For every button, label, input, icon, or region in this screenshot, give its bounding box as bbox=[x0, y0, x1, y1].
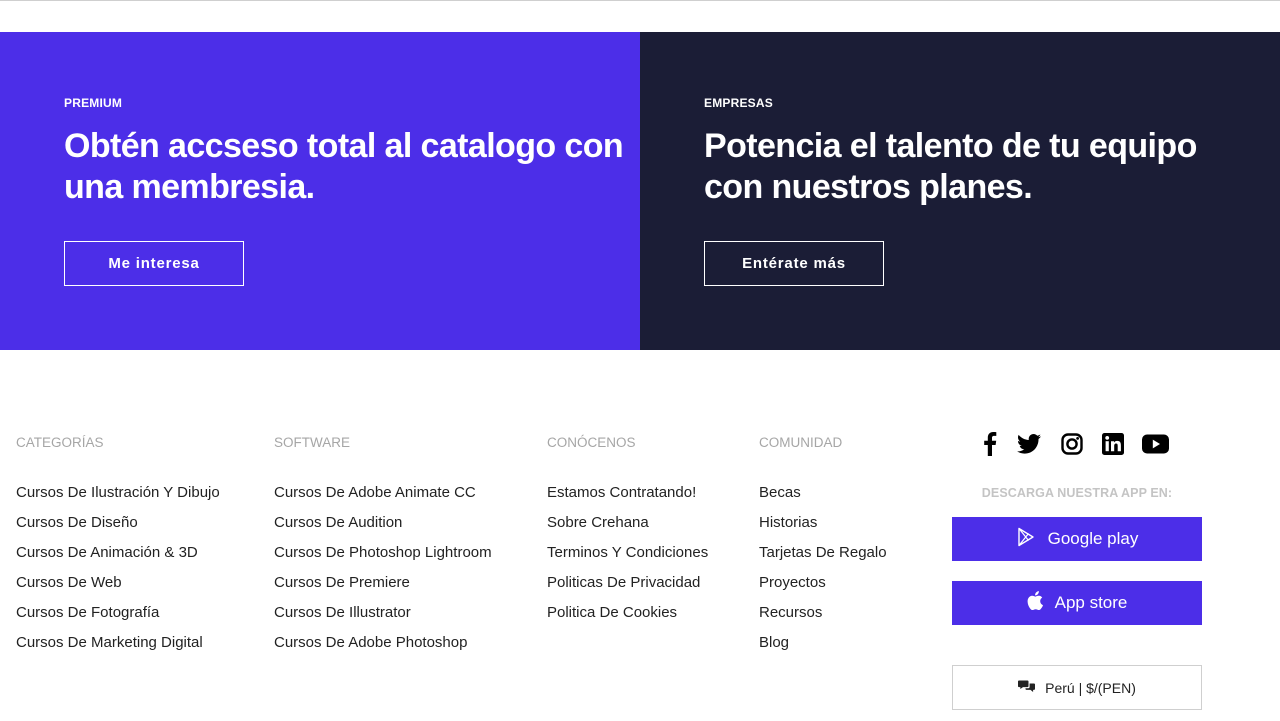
locale-label: Perú | $/(PEN) bbox=[1045, 679, 1136, 696]
business-card: EMPRESAS Potencia el talento de tu equip… bbox=[640, 32, 1280, 350]
about-heading: CONÓCENOS bbox=[547, 435, 636, 450]
community-link[interactable]: Blog bbox=[759, 628, 887, 658]
google-play-icon bbox=[1016, 527, 1036, 552]
premium-interest-button[interactable]: Me interesa bbox=[64, 241, 244, 286]
locale-selector[interactable]: Perú | $/(PEN) bbox=[952, 665, 1202, 710]
business-learn-more-button[interactable]: Entérate más bbox=[704, 241, 884, 286]
community-link[interactable]: Tarjetas De Regalo bbox=[759, 538, 887, 568]
software-column: SOFTWARE Cursos De Adobe Animate CC Curs… bbox=[274, 435, 492, 658]
categories-link[interactable]: Cursos De Web bbox=[16, 568, 220, 598]
categories-link[interactable]: Cursos De Ilustración Y Dibujo bbox=[16, 478, 220, 508]
categories-column: CATEGORÍAS Cursos De Ilustración Y Dibuj… bbox=[16, 435, 220, 658]
premium-card: PREMIUM Obtén accseso total al catalogo … bbox=[0, 32, 640, 350]
categories-link[interactable]: Cursos De Animación & 3D bbox=[16, 538, 220, 568]
about-link[interactable]: Terminos Y Condiciones bbox=[547, 538, 708, 568]
software-link[interactable]: Cursos De Photoshop Lightroom bbox=[274, 538, 492, 568]
community-link[interactable]: Recursos bbox=[759, 598, 887, 628]
top-divider bbox=[0, 0, 1280, 1]
apple-icon bbox=[1027, 591, 1043, 615]
linkedin-icon[interactable] bbox=[1099, 430, 1127, 458]
community-link[interactable]: Proyectos bbox=[759, 568, 887, 598]
app-store-label: App store bbox=[1054, 593, 1128, 612]
business-kicker: EMPRESAS bbox=[704, 96, 773, 110]
chat-bubbles-icon bbox=[1018, 679, 1036, 696]
software-link[interactable]: Cursos De Adobe Animate CC bbox=[274, 478, 492, 508]
twitter-icon[interactable] bbox=[1015, 430, 1043, 458]
software-link[interactable]: Cursos De Illustrator bbox=[274, 598, 492, 628]
categories-heading: CATEGORÍAS bbox=[16, 435, 104, 450]
software-link[interactable]: Cursos De Audition bbox=[274, 508, 492, 538]
download-app-label: DESCARGA NUESTRA APP EN: bbox=[981, 486, 1173, 500]
promo-banner: PREMIUM Obtén accseso total al catalogo … bbox=[0, 32, 1280, 350]
community-link[interactable]: Historias bbox=[759, 508, 887, 538]
community-link[interactable]: Becas bbox=[759, 478, 887, 508]
categories-link[interactable]: Cursos De Marketing Digital bbox=[16, 628, 220, 658]
google-play-label: Google play bbox=[1047, 529, 1139, 548]
about-link[interactable]: Estamos Contratando! bbox=[547, 478, 708, 508]
facebook-icon[interactable] bbox=[976, 430, 1004, 458]
community-heading: COMUNIDAD bbox=[759, 435, 843, 450]
community-column: COMUNIDAD Becas Historias Tarjetas De Re… bbox=[759, 435, 887, 658]
google-play-button[interactable]: Google play bbox=[952, 517, 1202, 561]
premium-title: Obtén accseso total al catalogo con una … bbox=[64, 127, 624, 206]
about-link[interactable]: Politicas De Privacidad bbox=[547, 568, 708, 598]
about-link[interactable]: Politica De Cookies bbox=[547, 598, 708, 628]
software-heading: SOFTWARE bbox=[274, 435, 350, 450]
premium-kicker: PREMIUM bbox=[64, 96, 123, 110]
categories-link[interactable]: Cursos De Diseño bbox=[16, 508, 220, 538]
youtube-icon[interactable] bbox=[1141, 430, 1169, 458]
app-store-button[interactable]: App store bbox=[952, 581, 1202, 625]
about-link[interactable]: Sobre Crehana bbox=[547, 508, 708, 538]
business-title: Potencia el talento de tu equipo con nue… bbox=[704, 127, 1197, 206]
software-link[interactable]: Cursos De Adobe Photoshop bbox=[274, 628, 492, 658]
social-links bbox=[976, 430, 1169, 458]
software-link[interactable]: Cursos De Premiere bbox=[274, 568, 492, 598]
categories-link[interactable]: Cursos De Fotografía bbox=[16, 598, 220, 628]
instagram-icon[interactable] bbox=[1058, 430, 1086, 458]
about-column: CONÓCENOS Estamos Contratando! Sobre Cre… bbox=[547, 435, 708, 628]
